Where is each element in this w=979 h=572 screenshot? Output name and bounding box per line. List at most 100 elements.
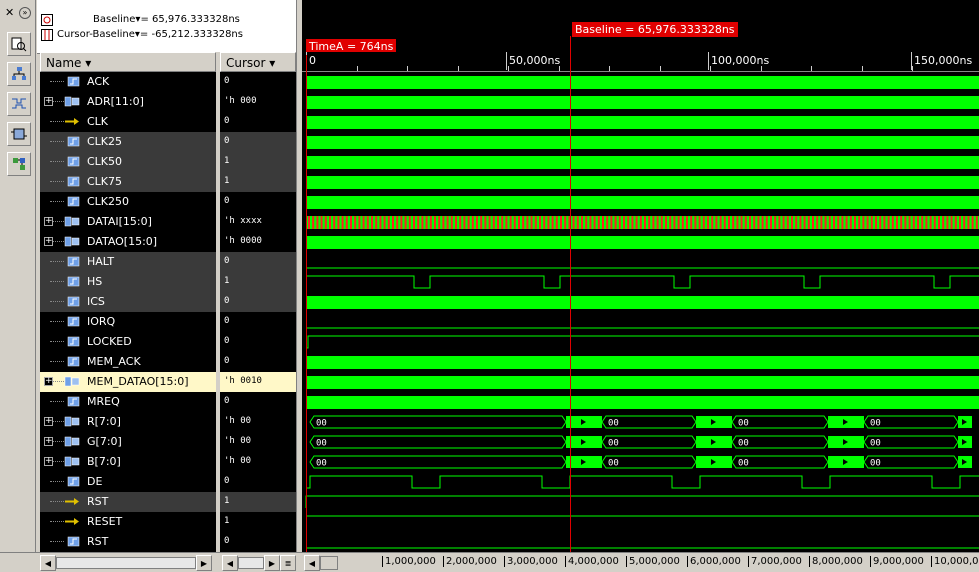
cursor-baseline-icon[interactable]: [41, 29, 53, 41]
cursor-value-row[interactable]: 'h 00: [220, 412, 296, 432]
signal-row[interactable]: RST: [40, 532, 216, 552]
datai-stripe: [484, 216, 487, 229]
cursor-value-row[interactable]: 1: [220, 172, 296, 192]
timea-cursor-line[interactable]: [306, 55, 307, 552]
signal-row[interactable]: + R[7:0]: [40, 412, 216, 432]
cursor-baseline-readout[interactable]: Cursor-Baseline▾= -65,212.333328ns: [57, 29, 243, 40]
expand-icon[interactable]: +: [44, 417, 53, 426]
cursor-value-row[interactable]: 0: [220, 252, 296, 272]
datai-stripe: [341, 216, 344, 229]
cursor-value-row[interactable]: 0: [220, 72, 296, 92]
datai-stripe: [698, 216, 701, 229]
signal-row[interactable]: IORQ: [40, 312, 216, 332]
column-splitter[interactable]: [216, 52, 220, 552]
cursor-value-row[interactable]: 'h 0000: [220, 232, 296, 252]
datai-stripe: [816, 216, 819, 229]
find-signal-icon[interactable]: [7, 32, 31, 56]
signal-name: MREQ: [87, 395, 120, 408]
signal-row[interactable]: RESET: [40, 512, 216, 532]
signal-row[interactable]: + MEM_DATAO[15:0]: [40, 372, 216, 392]
cursor-value-row[interactable]: 0: [220, 292, 296, 312]
datai-stripe: [858, 216, 861, 229]
signal-row[interactable]: RST: [40, 492, 216, 512]
name-hscrollbar[interactable]: [56, 557, 196, 569]
signal-row[interactable]: + B[7:0]: [40, 452, 216, 472]
cursor-value-row[interactable]: 1: [220, 492, 296, 512]
close-panel-icon[interactable]: ✕: [5, 6, 14, 19]
datai-stripe: [757, 216, 760, 229]
signal-row[interactable]: CLK250: [40, 192, 216, 212]
signal-row[interactable]: HALT: [40, 252, 216, 272]
cursor-value-row[interactable]: 'h xxxx: [220, 212, 296, 232]
cursor-scroll-left-button[interactable]: ◀: [222, 555, 238, 571]
name-scroll-left-button[interactable]: ◀: [40, 555, 56, 571]
signal-row[interactable]: + DATAO[15:0]: [40, 232, 216, 252]
cursor-value-row[interactable]: 0: [220, 392, 296, 412]
signal-row[interactable]: HS: [40, 272, 216, 292]
cursor-value-row[interactable]: 0: [220, 332, 296, 352]
cursor-value-row[interactable]: 'h 0010: [220, 372, 296, 392]
waveform-pane[interactable]: Baseline = 65,976.333328ns TimeA = 764ns…: [302, 0, 979, 552]
signal-row[interactable]: LOCKED: [40, 332, 216, 352]
expand-icon[interactable]: +: [44, 237, 53, 246]
module-icon[interactable]: [7, 122, 31, 146]
datai-stripe: [576, 216, 579, 229]
network-icon[interactable]: [7, 152, 31, 176]
cursor-value-row[interactable]: 0: [220, 312, 296, 332]
cursor-value-row[interactable]: 0: [220, 352, 296, 372]
name-scroll-right-button[interactable]: ▶: [196, 555, 212, 571]
expand-icon[interactable]: +: [44, 377, 53, 386]
expand-icon[interactable]: +: [44, 217, 53, 226]
wave-scroll-thumb[interactable]: [320, 556, 338, 570]
signal-row[interactable]: CLK25: [40, 132, 216, 152]
signal-row[interactable]: + ADR[11:0]: [40, 92, 216, 112]
signal-row[interactable]: MREQ: [40, 392, 216, 412]
cursor-hscrollbar[interactable]: [238, 557, 264, 569]
datai-stripe: [644, 216, 646, 229]
waveform-traces[interactable]: 00 00 00 00 00 00 00 00 00 00 00 00: [302, 72, 979, 552]
expand-icon[interactable]: +: [44, 97, 53, 106]
cursor-value-row[interactable]: 0: [220, 192, 296, 212]
bus-segment: [309, 415, 567, 429]
baseline-readout[interactable]: Baseline▾= 65,976.333328ns: [93, 14, 240, 25]
signal-row[interactable]: ICS: [40, 292, 216, 312]
cursor-value-row[interactable]: 0: [220, 472, 296, 492]
signal-row[interactable]: CLK75: [40, 172, 216, 192]
signal-row[interactable]: + G[7:0]: [40, 432, 216, 452]
signal-row[interactable]: ACK: [40, 72, 216, 92]
datai-stripe: [639, 216, 642, 229]
baseline-icon[interactable]: [41, 14, 53, 26]
expand-icon[interactable]: +: [44, 457, 53, 466]
cursor-value-row[interactable]: 0: [220, 532, 296, 552]
signal-row[interactable]: CLK: [40, 112, 216, 132]
cursor-value-row[interactable]: 1: [220, 512, 296, 532]
cursor-column-header[interactable]: Cursor ▾: [220, 52, 296, 72]
sort-dropdown-icon[interactable]: ▾: [85, 56, 91, 70]
list-options-icon[interactable]: ≣: [280, 555, 296, 571]
signal-row[interactable]: CLK50: [40, 152, 216, 172]
cursor-value-row[interactable]: 0: [220, 112, 296, 132]
cursor-value-row[interactable]: 'h 00: [220, 452, 296, 472]
wave-scroll-left-button[interactable]: ◀: [304, 555, 320, 571]
pin-icon[interactable]: »: [19, 7, 31, 19]
signal-row[interactable]: MEM_ACK: [40, 352, 216, 372]
name-column-header[interactable]: Name ▾: [40, 52, 216, 72]
signal-row[interactable]: DE: [40, 472, 216, 492]
baseline-cursor-line[interactable]: [570, 36, 571, 552]
time-ruler[interactable]: 0 50,000ns 100,000ns 150,000ns: [302, 52, 979, 72]
cursor-scroll-right-button[interactable]: ▶: [264, 555, 280, 571]
overview-tick-label: 5,000,000: [626, 556, 680, 567]
datai-stripe: [694, 216, 697, 229]
cursor-value-row[interactable]: 0: [220, 132, 296, 152]
cursor-value-row[interactable]: 'h 000: [220, 92, 296, 112]
signal-row[interactable]: + DATAI[15:0]: [40, 212, 216, 232]
expand-icon[interactable]: +: [44, 437, 53, 446]
cursor-value-row[interactable]: 'h 00: [220, 432, 296, 452]
baseline-marker-label[interactable]: Baseline = 65,976.333328ns: [572, 22, 738, 37]
hierarchy-icon[interactable]: [7, 62, 31, 86]
cursor-value-row[interactable]: 1: [220, 152, 296, 172]
signals-icon[interactable]: [7, 92, 31, 116]
cursor-dropdown-icon[interactable]: ▾: [269, 56, 275, 70]
cursor-value-row[interactable]: 1: [220, 272, 296, 292]
signal-name: MEM_DATAO[15:0]: [87, 375, 189, 388]
